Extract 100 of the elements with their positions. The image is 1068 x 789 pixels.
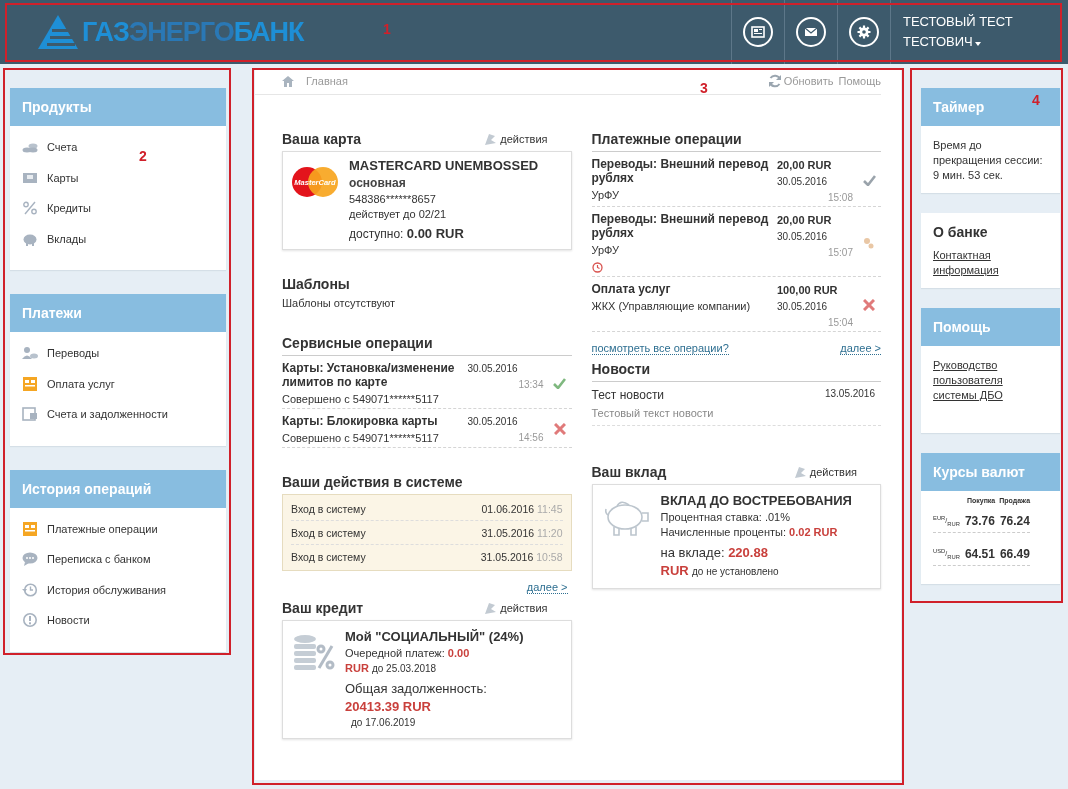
actions-link[interactable]: действия — [792, 465, 857, 479]
contact-link[interactable]: Контактная информация — [933, 248, 1048, 278]
operation-date: 30.05.2016 — [777, 301, 829, 312]
sell-rate: 76.24 — [999, 514, 1030, 528]
section-title: Платежные операции — [591, 131, 881, 152]
panel-header: Курсы валют — [921, 453, 1060, 491]
operation-date: 30.05.2016 — [467, 416, 519, 427]
operation-title: Карты: Блокировка карты — [282, 414, 439, 428]
actions-link[interactable]: действия — [483, 132, 548, 146]
home-icon — [282, 75, 294, 87]
card-type: основная — [349, 176, 407, 190]
rocket-icon — [483, 132, 498, 146]
mail-button[interactable] — [796, 17, 826, 47]
operation-time: 15:07 — [827, 247, 853, 258]
operation-recipient: УрФУ — [591, 189, 620, 201]
operation-title: Переводы: Внешний перевод рублях — [591, 157, 770, 185]
card-expiry: действует до 02/21 — [349, 208, 448, 220]
sidebar-item[interactable]: Счета и задолженности — [10, 399, 168, 430]
actions-link[interactable]: действия — [483, 601, 548, 615]
logo-text: ГАЗЭНЕРГОБАНК — [82, 16, 304, 48]
currency-label: RUR — [660, 563, 689, 578]
sidebar-item[interactable]: Карты — [10, 162, 79, 193]
next-payment-label: Очередной платеж: — [345, 647, 445, 659]
accrued-label: Начисленные проценты: — [660, 526, 787, 538]
session-remaining: 9 мин. 53 сек. — [933, 168, 1004, 183]
activity-action: Вход в систему — [291, 526, 366, 539]
document-icon — [751, 25, 765, 39]
next-payment-amount: 0.00 — [447, 647, 470, 659]
manual-link[interactable]: Руководство пользователя системы ДБО — [933, 358, 1048, 403]
buy-rate: 73.76 — [964, 514, 995, 528]
available-amount: 0.00 RUR — [406, 226, 464, 241]
operation-time: 14:56 — [518, 432, 544, 443]
annotation-number: 4 — [1032, 92, 1040, 108]
percent-icon — [22, 201, 38, 216]
sidebar-item[interactable]: Оплата услуг — [10, 368, 115, 399]
operation-date: 30.05.2016 — [777, 231, 829, 242]
annotation-number: 1 — [383, 21, 391, 37]
operation-source: Совершено с 549071******5117 — [282, 393, 440, 405]
operation-time: 15:04 — [827, 317, 853, 328]
sidebar-item[interactable]: Новости — [10, 605, 90, 636]
balance-label: на вкладе: — [660, 545, 725, 560]
operation-recipient: ЖКХ (Управляющие компании) — [591, 300, 752, 312]
operation-time: 13:34 — [518, 379, 544, 390]
credit-name: Мой "СОЦИАЛЬНЫЙ" (24%) — [345, 629, 525, 644]
mail-icon — [804, 26, 818, 38]
settings-button[interactable] — [849, 17, 879, 47]
sidebar-item[interactable]: Переписка с банком — [10, 544, 151, 575]
total-debt-amount: 20413.39 RUR — [345, 699, 432, 714]
section-title: Ваши действия в системе — [282, 474, 464, 490]
coins-percent-icon — [293, 633, 335, 671]
currency-label: RUR — [345, 662, 369, 674]
clock-icon — [591, 262, 603, 273]
sidebar-item[interactable]: Платежные операции — [10, 513, 158, 544]
settings-icon — [857, 25, 871, 39]
alert-icon — [22, 613, 38, 628]
operation-title: Карты: Установка/изменение лимитов по карте — [282, 361, 456, 389]
panel-header: Помощь — [921, 308, 1060, 346]
news-date: 13.05.2016 — [824, 388, 875, 401]
card-icon — [22, 170, 38, 185]
section-title: Шаблоны — [282, 276, 351, 292]
more-link[interactable]: далее > — [526, 581, 568, 594]
annotation-number: 2 — [139, 148, 147, 164]
sidebar-item[interactable]: Вклады — [10, 223, 87, 254]
operation-amount: 20,00 RUR — [777, 214, 833, 226]
news-title: Тест новости — [591, 388, 666, 402]
panel-header: Платежи — [10, 294, 226, 332]
sidebar-item[interactable]: История обслуживания — [10, 574, 167, 605]
activity-datetime: 01.06.2016 11:45 — [481, 502, 563, 515]
more-link[interactable]: далее > — [840, 342, 881, 355]
activity-datetime: 31.05.2016 10:58 — [480, 550, 563, 563]
activity-action: Вход в систему — [291, 502, 366, 515]
section-title: Ваш вклад — [591, 464, 667, 480]
all-operations-link[interactable]: посмотреть все операции? — [591, 342, 729, 355]
activity-action: Вход в систему — [291, 550, 366, 563]
operation-title: Оплата услуг — [591, 282, 672, 296]
sell-rate: 66.49 — [999, 547, 1030, 561]
session-text: Время до прекращения сессии: — [933, 138, 1044, 168]
total-debt-label: Общая задолженность: — [345, 681, 488, 696]
rocket-icon — [483, 601, 498, 615]
deposit-name: ВКЛАД ДО ВОСТРЕБОВАНИЯ — [660, 493, 852, 508]
user-menu[interactable]: ТЕСТОВЫЙ ТЕСТ ТЕСТОВИЧ — [903, 12, 1013, 52]
activity-datetime: 31.05.2016 11:20 — [481, 526, 563, 539]
sidebar-item[interactable]: Кредиты — [10, 193, 91, 224]
sidebar-item[interactable]: Счета — [10, 132, 78, 163]
panel-header: Продукты — [10, 88, 226, 126]
receipt-icon — [22, 521, 38, 536]
operation-title: Переводы: Внешний перевод рублях — [591, 212, 770, 240]
card-name: MASTERCARD UNEMBOSSED — [349, 158, 539, 173]
due-date: до 25.03.2018 — [371, 663, 437, 674]
due-date: до 17.06.2019 — [350, 717, 417, 728]
operation-date: 30.05.2016 — [467, 363, 519, 374]
section-title: Новости — [591, 361, 881, 382]
buy-rate: 64.51 — [964, 547, 995, 561]
chat-icon — [22, 552, 38, 567]
people-icon — [22, 346, 38, 361]
sidebar-item[interactable]: Переводы — [10, 338, 100, 369]
section-title: Ваша карта — [282, 131, 362, 147]
rocket-icon — [792, 465, 807, 479]
news-button[interactable] — [743, 17, 773, 47]
section-title: Сервисные операции — [282, 335, 572, 356]
